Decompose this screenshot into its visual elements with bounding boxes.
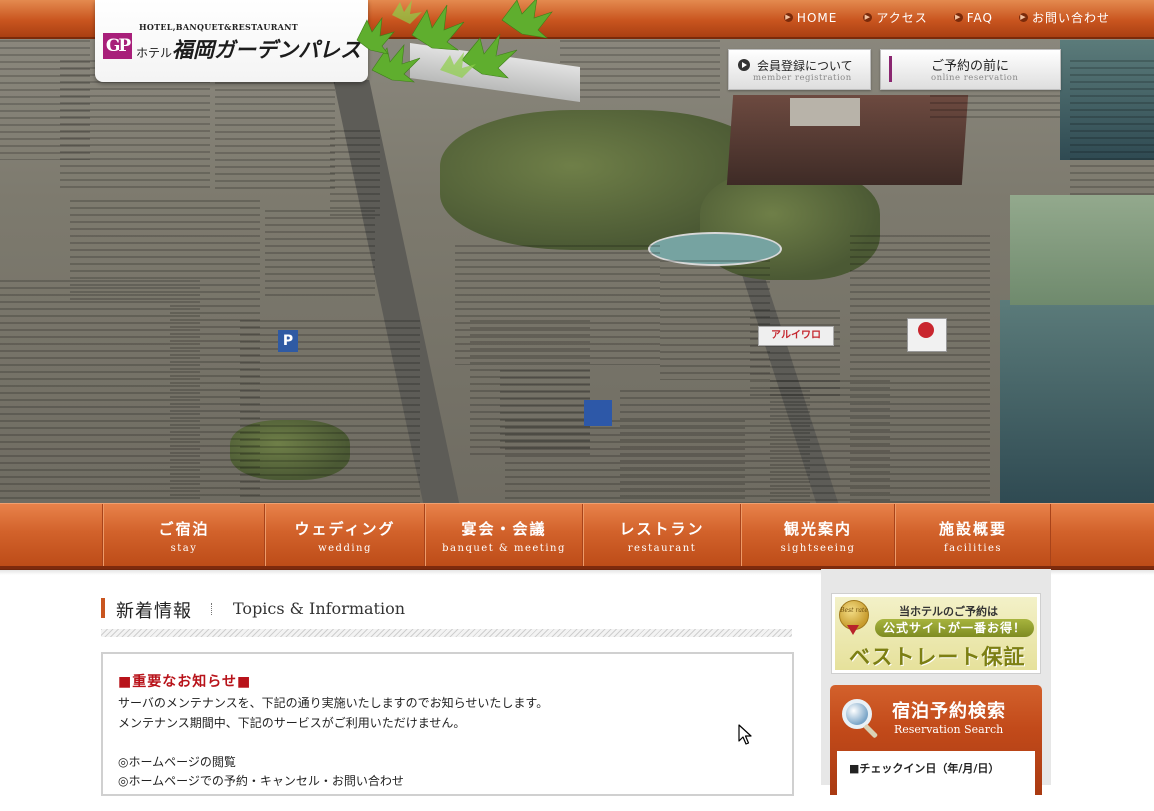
heading-underline xyxy=(101,629,792,637)
main-nav-facilities[interactable]: 施設概要 facilities xyxy=(894,504,1051,566)
top-nav-faq[interactable]: ▶ FAQ xyxy=(953,9,993,26)
news-line: サーバのメンテナンスを、下記の通り実施いたしますのでお知らせいたします。 xyxy=(118,696,549,710)
main-nav-sightseeing[interactable]: 観光案内 sightseeing xyxy=(740,504,895,566)
top-nav-home-label: HOME xyxy=(796,10,838,25)
main-nav-wedding[interactable]: ウェディング wedding xyxy=(264,504,425,566)
logo-mark: GP xyxy=(103,33,132,59)
member-registration-label: 会員登録について xyxy=(757,59,853,73)
hotel-logo[interactable]: HOTEL,BANQUET&RESTAURANT GP ホテル福岡ガーデンパレス xyxy=(95,0,368,82)
top-nav: ▶ HOME ▶ アクセス ▶ FAQ ▶ お問い合わせ xyxy=(783,9,1110,26)
topics-title-en: Topics & Information xyxy=(233,599,406,618)
news-line: ◎ホームページの閲覧 xyxy=(118,755,236,769)
heading-accent-bar xyxy=(101,598,105,618)
top-nav-access[interactable]: ▶ アクセス xyxy=(863,9,927,26)
main-nav-facilities-sublabel: facilities xyxy=(943,543,1003,554)
search-subtitle: Reservation Search xyxy=(894,723,1004,736)
main-nav-banquet-sublabel: banquet & meeting xyxy=(442,543,566,554)
main-nav-stay-sublabel: stay xyxy=(170,543,198,554)
top-nav-access-label: アクセス xyxy=(876,11,928,25)
main-nav-stay[interactable]: ご宿泊 stay xyxy=(102,504,265,566)
main-nav-wedding-label: ウェディング xyxy=(294,520,396,538)
top-nav-home[interactable]: ▶ HOME xyxy=(783,9,838,26)
logo-tagline: HOTEL,BANQUET&RESTAURANT xyxy=(139,22,299,32)
topics-heading: 新着情報 Topics & Information xyxy=(101,598,792,638)
medal-text: Best rate xyxy=(840,607,868,614)
accent-bar xyxy=(889,56,892,82)
arrow-icon: ▶ xyxy=(863,13,873,22)
best-rate-line3: ベストレート保証 xyxy=(849,645,1026,669)
main-nav-banquet[interactable]: 宴会・会議 banquet & meeting xyxy=(424,504,583,566)
top-nav-faq-label: FAQ xyxy=(966,10,993,25)
sidebar: Best rate 当ホテルのご予約は 公式サイトが一番お得！ ベストレート保証… xyxy=(821,569,1051,811)
maple-leaves-decoration xyxy=(356,0,553,83)
arrow-icon: ▶ xyxy=(1018,13,1028,22)
main-nav-restaurant-label: レストラン xyxy=(619,520,705,538)
checkin-date-label: ■チェックイン日（年/月/日） xyxy=(849,762,1000,775)
search-form-panel: ■チェックイン日（年/月/日） xyxy=(837,751,1035,811)
arrow-icon: ▶ xyxy=(783,13,793,22)
ribbon-icon xyxy=(847,625,859,635)
online-reservation-button[interactable]: ご予約の前に online reservation xyxy=(880,49,1061,90)
magnifier-handle xyxy=(863,723,879,739)
news-line: ◎ホームページでの予約・キャンセル・お問い合わせ xyxy=(118,774,404,788)
reservation-search: 宿泊予約検索 Reservation Search ■チェックイン日（年/月/日… xyxy=(830,685,1042,811)
main-nav-restaurant-sublabel: restaurant xyxy=(627,543,697,554)
nav-divider xyxy=(1050,504,1051,566)
online-reservation-sublabel: online reservation xyxy=(931,73,1019,83)
online-reservation-label: ご予約の前に xyxy=(931,59,1010,74)
search-title: 宿泊予約検索 xyxy=(892,701,1006,722)
mouse-cursor-icon xyxy=(738,724,752,745)
top-nav-contact-label: お問い合わせ xyxy=(1031,11,1110,25)
logo-brand: ホテル福岡ガーデンパレス xyxy=(136,34,361,64)
main-nav-stay-label: ご宿泊 xyxy=(158,520,210,538)
main-nav-wedding-sublabel: wedding xyxy=(318,543,372,554)
news-line: メンテナンス期間中、下記のサービスがご利用いただけません。 xyxy=(118,716,466,730)
best-rate-inner: Best rate 当ホテルのご予約は 公式サイトが一番お得！ ベストレート保証 xyxy=(835,597,1037,670)
best-rate-banner[interactable]: Best rate 当ホテルのご予約は 公式サイトが一番お得！ ベストレート保証 xyxy=(831,593,1041,674)
topics-title-jp: 新着情報 xyxy=(116,601,192,622)
news-title: ■重要なお知らせ■ xyxy=(118,674,252,690)
play-icon xyxy=(738,59,750,71)
best-rate-line1: 当ホテルのご予約は xyxy=(899,605,998,618)
best-rate-line2: 公式サイトが一番お得！ xyxy=(875,619,1035,637)
main-nav-restaurant[interactable]: レストラン restaurant xyxy=(582,504,741,566)
main-nav-banquet-label: 宴会・会議 xyxy=(461,520,547,538)
top-nav-contact[interactable]: ▶ お問い合わせ xyxy=(1018,9,1110,26)
news-box: ■重要なお知らせ■ サーバのメンテナンスを、下記の通り実施いたしますのでお知らせ… xyxy=(101,652,794,796)
member-registration-button[interactable]: 会員登録について member registration xyxy=(728,49,871,90)
logo-prefix: ホテル xyxy=(136,46,173,60)
heading-separator xyxy=(211,603,213,615)
logo-name: 福岡ガーデンパレス xyxy=(172,37,362,62)
main-nav-facilities-label: 施設概要 xyxy=(938,520,1007,538)
member-registration-sublabel: member registration xyxy=(753,73,852,83)
main-nav-sightseeing-label: 観光案内 xyxy=(783,520,852,538)
main-nav-sightseeing-sublabel: sightseeing xyxy=(780,543,856,554)
main-nav: ご宿泊 stay ウェディング wedding 宴会・会議 banquet & … xyxy=(0,503,1154,570)
arrow-icon: ▶ xyxy=(953,13,963,22)
